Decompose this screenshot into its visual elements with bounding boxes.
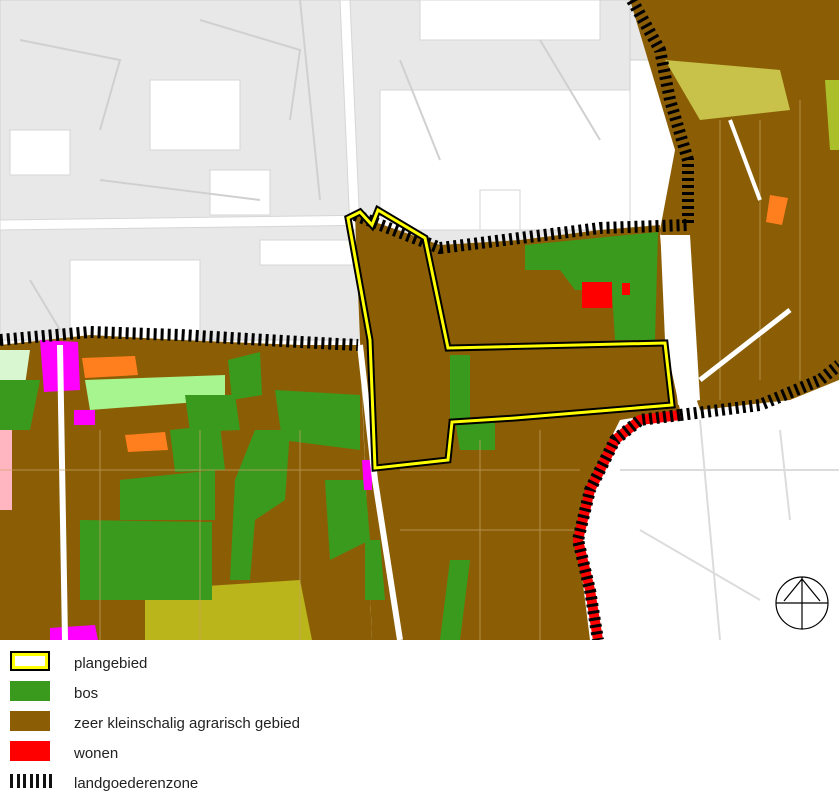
legend-swatch-wonen (10, 741, 50, 761)
legend: plangebied bos zeer kleinschalig agraris… (0, 645, 839, 801)
legend-label-bos: bos (74, 685, 99, 702)
legend-swatch-landgoederenzone (10, 772, 52, 790)
legend-swatch-bos (10, 681, 50, 701)
legend-item-wonen (10, 739, 50, 763)
legend-swatch-agrarisch (10, 711, 50, 731)
legend-item-agrarisch (10, 709, 50, 733)
legend-label-landgoederenzone: landgoederenzone (74, 775, 199, 792)
legend-label-agrarisch: zeer kleinschalig agrarisch gebied (74, 715, 300, 732)
legend-label-wonen: wonen (74, 745, 119, 762)
legend-label-plangebied: plangebied (74, 655, 148, 672)
legend-item-plangebied (10, 649, 50, 673)
legend-item-bos (10, 679, 50, 703)
compass-north-icon (775, 576, 829, 630)
legend-item-landgoederenzone (10, 769, 52, 793)
legend-swatch-plangebied (10, 651, 50, 671)
map-canvas (0, 0, 839, 640)
